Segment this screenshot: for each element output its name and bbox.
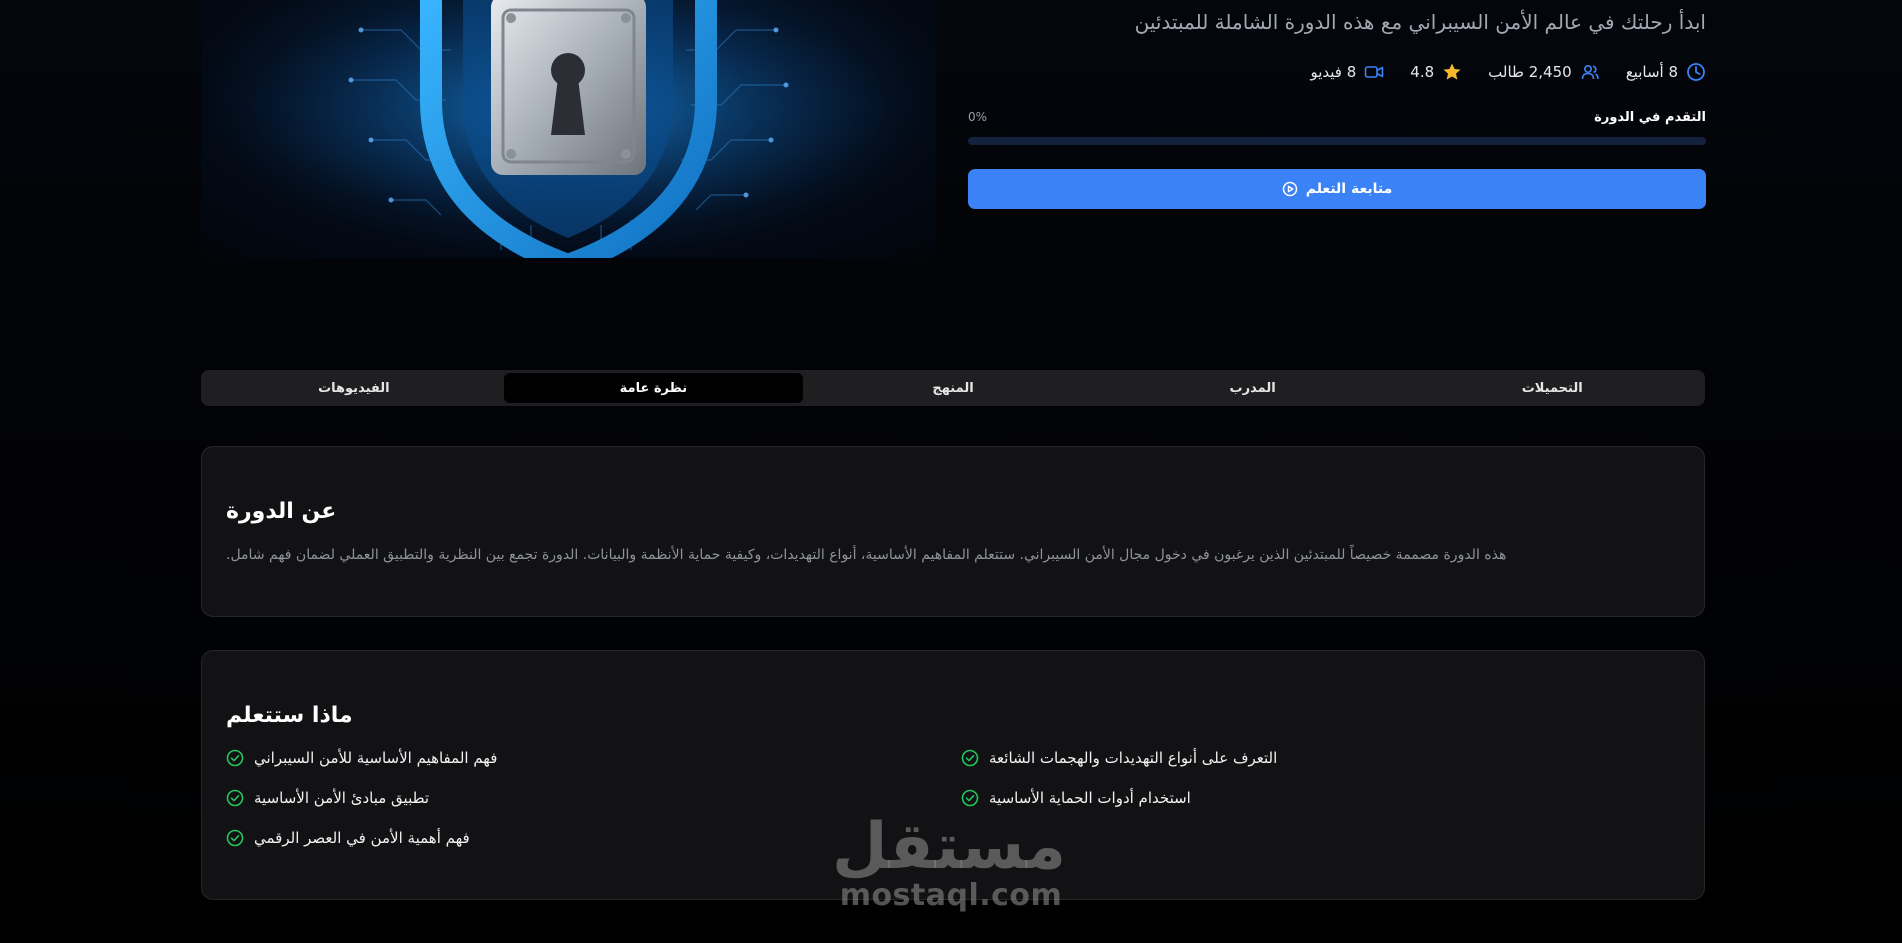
list-item: تطبيق مبادئ الأمن الأساسية xyxy=(226,789,429,807)
check-circle-icon xyxy=(961,789,979,807)
learn-item-text: استخدام أدوات الحماية الأساسية xyxy=(989,789,1191,807)
clock-icon xyxy=(1687,63,1705,81)
continue-learning-label: متابعة التعلم xyxy=(1305,181,1393,197)
meta-videos: 8 فيديو xyxy=(1310,62,1384,82)
star-icon xyxy=(1443,63,1461,80)
learn-item-text: التعرف على أنواع التهديدات والهجمات الشا… xyxy=(989,749,1278,767)
meta-students: 2,450 طالب xyxy=(1488,62,1600,82)
check-circle-icon xyxy=(226,789,244,807)
progress-label: التقدم في الدورة xyxy=(1594,110,1706,125)
check-circle-icon xyxy=(226,749,244,767)
list-item: فهم أهمية الأمن في العصر الرقمي xyxy=(226,829,470,847)
progress-percent: 0% xyxy=(968,110,988,124)
course-cover-image xyxy=(201,0,936,258)
video-icon xyxy=(1364,66,1384,78)
course-subtitle: ابدأ رحلتك في عالم الأمن السيبراني مع هذ… xyxy=(1134,10,1706,34)
about-card: عن الدورة هذه الدورة مصممة خصيصاً للمبتد… xyxy=(201,446,1705,617)
check-circle-icon xyxy=(961,749,979,767)
list-item: فهم المفاهيم الأساسية للأمن السيبراني xyxy=(226,749,497,767)
meta-videos-text: 8 فيديو xyxy=(1310,63,1357,81)
list-item: التعرف على أنواع التهديدات والهجمات الشا… xyxy=(961,749,1277,767)
about-text: هذه الدورة مصممة خصيصاً للمبتدئين الذين … xyxy=(226,547,1507,563)
learn-item-text: تطبيق مبادئ الأمن الأساسية xyxy=(254,789,430,807)
learn-item-text: فهم أهمية الأمن في العصر الرقمي xyxy=(254,829,470,847)
tab-videos[interactable]: الفيديوهات xyxy=(204,373,504,403)
course-tabs: التحميلات المدرب المنهج نظرة عامة الفيدي… xyxy=(201,370,1705,406)
meta-rating-text: 4.8 xyxy=(1410,63,1435,81)
tab-overview[interactable]: نظرة عامة xyxy=(503,373,804,403)
tab-curriculum[interactable]: المنهج xyxy=(803,373,1103,403)
learn-title: ماذا ستتعلم xyxy=(226,703,353,728)
tab-instructor[interactable]: المدرب xyxy=(1103,373,1403,403)
tab-downloads[interactable]: التحميلات xyxy=(1402,373,1702,403)
learn-card: ماذا ستتعلم فهم المفاهيم الأساسية للأمن … xyxy=(201,650,1705,900)
padlock-shield-image xyxy=(201,0,936,258)
continue-learning-button[interactable]: متابعة التعلم xyxy=(968,169,1706,209)
meta-duration-text: 8 أسابيع xyxy=(1625,63,1678,81)
learn-item-text: فهم المفاهيم الأساسية للأمن السيبراني xyxy=(254,749,498,767)
meta-rating: 4.8 xyxy=(1410,62,1462,82)
course-meta: 8 أسابيع 2,450 طالب 4.8 8 فيديو xyxy=(1310,62,1706,82)
meta-students-text: 2,450 طالب xyxy=(1488,63,1572,81)
users-icon xyxy=(1581,64,1599,80)
progress-bar xyxy=(968,137,1706,145)
list-item: استخدام أدوات الحماية الأساسية xyxy=(961,789,1191,807)
meta-duration: 8 أسابيع xyxy=(1626,62,1706,82)
about-title: عن الدورة xyxy=(226,499,337,524)
check-circle-icon xyxy=(226,829,244,847)
play-circle-icon xyxy=(1282,181,1297,197)
